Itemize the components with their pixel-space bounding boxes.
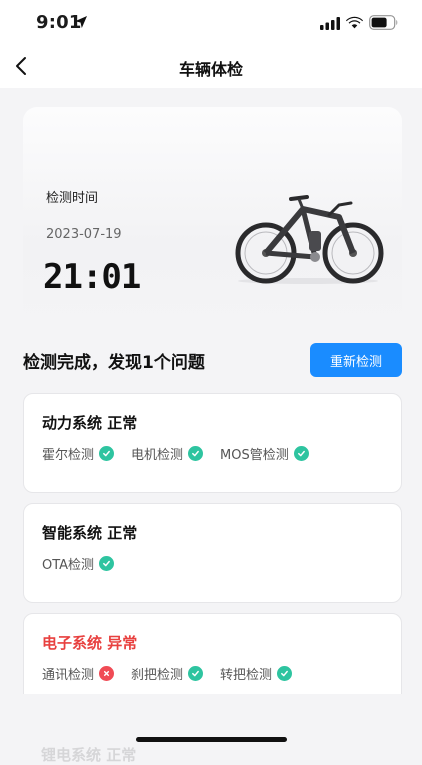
check-ok-icon	[99, 556, 115, 571]
system-card[interactable]: 智能系统 正常 OTA检测	[23, 503, 402, 603]
location-arrow-icon	[75, 16, 87, 28]
check-item: 霍尔检测	[42, 444, 115, 463]
nav-bar: 车辆体检	[0, 46, 422, 88]
check-item: 通讯检测	[42, 664, 115, 683]
check-label: 霍尔检测	[42, 448, 95, 463]
system-card-title: 智能系统 正常	[42, 524, 138, 542]
cellular-signal-icon	[320, 17, 340, 30]
system-card-title: 动力系统 正常	[42, 414, 138, 432]
check-label: MOS管检测	[220, 448, 289, 463]
check-label: 转把检测	[220, 668, 273, 683]
battery-icon	[369, 15, 398, 30]
check-item: 转把检测	[220, 664, 293, 683]
check-ok-icon	[293, 446, 309, 461]
check-ok-icon	[188, 666, 204, 681]
inspection-hero-card: 检测时间 2023-07-19 21:01	[23, 107, 402, 337]
check-label: 通讯检测	[42, 668, 95, 683]
check-ok-icon	[99, 446, 115, 461]
home-indicator[interactable]	[136, 737, 287, 742]
check-item: 刹把检测	[131, 664, 204, 683]
check-item: OTA检测	[42, 554, 115, 573]
next-card-peek: 锂电系统 正常	[41, 746, 137, 764]
page-title: 车辆体检	[178, 60, 243, 79]
wifi-icon	[346, 16, 363, 29]
inspection-clock: 21:01	[43, 257, 141, 297]
inspection-date: 2023-07-19	[46, 227, 122, 242]
check-label: 刹把检测	[131, 668, 184, 683]
check-fail-icon	[99, 666, 115, 681]
system-card-title: 电子系统 异常	[42, 634, 138, 652]
check-ok-icon	[188, 446, 204, 461]
check-list: 通讯检测 刹把检测 转把检测	[42, 664, 293, 683]
inspection-summary: 检测完成，发现1个问题	[23, 353, 205, 373]
check-item: 电机检测	[131, 444, 204, 463]
check-ok-icon	[277, 666, 293, 681]
check-label: OTA检测	[42, 558, 95, 573]
recheck-button[interactable]: 重新检测	[310, 343, 402, 377]
check-label: 电机检测	[131, 448, 184, 463]
inspection-time-label: 检测时间	[46, 191, 99, 206]
check-list: OTA检测	[42, 554, 115, 573]
system-card[interactable]: 动力系统 正常 霍尔检测 电机检测 MOS管检测	[23, 393, 402, 493]
status-bar: 9:01	[0, 0, 422, 46]
check-list: 霍尔检测 电机检测 MOS管检测	[42, 444, 309, 463]
check-item: MOS管检测	[220, 444, 309, 463]
ebike-illustration	[235, 195, 384, 284]
